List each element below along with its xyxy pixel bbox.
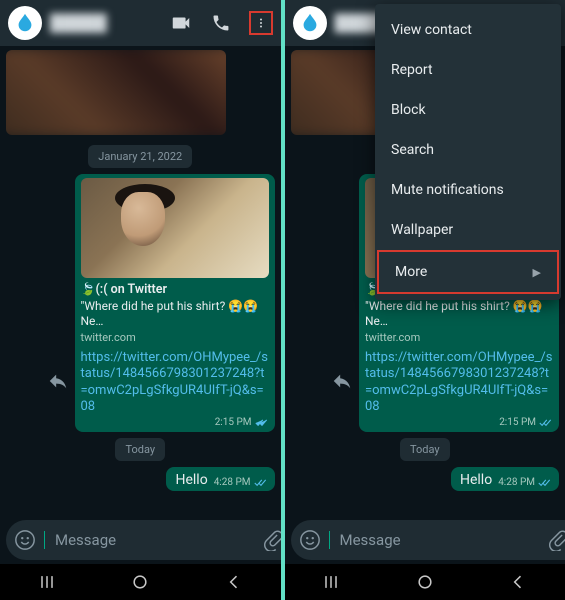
chat-header: █████: [0, 0, 281, 46]
android-nav: [0, 564, 281, 600]
menu-report[interactable]: Report: [375, 50, 561, 90]
overflow-menu: View contact Report Block Search Mute no…: [375, 4, 561, 300]
read-ticks-icon: [539, 418, 553, 428]
text-bubble[interactable]: Hello 4:28 PM: [166, 467, 274, 491]
message-meta: 2:15 PM: [81, 417, 269, 428]
message-row: 🍃🍃(:( on Twitter(:( on Twitter "Where di…: [6, 174, 275, 432]
video-call-icon[interactable]: [169, 11, 193, 35]
message-field[interactable]: [291, 520, 565, 560]
contact-name[interactable]: █████: [50, 13, 153, 33]
droplet-icon: [299, 12, 321, 34]
attach-icon[interactable]: [262, 529, 281, 551]
preview-description: "Where did he put his shirt? 😭😭Ne…: [81, 299, 269, 329]
menu-search[interactable]: Search: [375, 130, 561, 170]
read-ticks-icon: [254, 478, 268, 488]
image-message[interactable]: [6, 50, 226, 135]
menu-view-contact[interactable]: View contact: [375, 10, 561, 50]
read-ticks-icon: [255, 418, 269, 428]
back-icon[interactable]: [508, 572, 528, 592]
voice-call-icon[interactable]: [209, 11, 233, 35]
preview-title: 🍃🍃(:( on Twitter(:( on Twitter: [81, 282, 269, 297]
menu-wallpaper[interactable]: Wallpaper: [375, 210, 561, 250]
menu-more[interactable]: More▶: [377, 250, 559, 294]
preview-site: twitter.com: [365, 331, 553, 344]
input-bar: [0, 516, 281, 564]
emoji-icon[interactable]: [299, 529, 321, 551]
message-row: Hello 4:28 PM: [291, 467, 560, 491]
recents-icon[interactable]: [37, 572, 57, 592]
attach-icon[interactable]: [547, 529, 565, 551]
link-preview-bubble[interactable]: 🍃🍃(:( on Twitter(:( on Twitter "Where di…: [75, 174, 275, 432]
date-separator: Today: [400, 438, 450, 461]
avatar[interactable]: [8, 6, 42, 40]
message-input[interactable]: [340, 531, 539, 549]
message-field[interactable]: [6, 520, 281, 560]
input-bar: [285, 516, 565, 564]
home-icon[interactable]: [415, 572, 435, 592]
message-time: 4:28 PM: [214, 477, 251, 488]
message-link[interactable]: https://twitter.com/OHMypee_/status/1484…: [81, 350, 269, 415]
preview-site: twitter.com: [81, 331, 269, 344]
message-input[interactable]: [55, 531, 254, 549]
forward-icon[interactable]: [47, 370, 69, 392]
phone-left: █████ January 21, 2022 🍃🍃(:( on Twitter(…: [0, 0, 281, 600]
text-bubble[interactable]: Hello 4:28 PM: [451, 467, 559, 491]
chevron-right-icon: ▶: [533, 266, 541, 279]
message-time: 2:15 PM: [499, 417, 536, 428]
more-options-icon[interactable]: [249, 11, 273, 35]
phone-right: █████ J 🍃(:( on Twitter "Where did he pu…: [285, 0, 565, 600]
date-separator: January 21, 2022: [88, 145, 192, 168]
message-link[interactable]: https://twitter.com/OHMypee_/status/1484…: [365, 350, 553, 415]
text-cursor: [44, 531, 45, 549]
message-text: Hello: [175, 472, 207, 488]
message-meta: 2:15 PM: [365, 417, 553, 428]
menu-mute[interactable]: Mute notifications: [375, 170, 561, 210]
read-ticks-icon: [538, 478, 552, 488]
droplet-icon: [14, 12, 36, 34]
home-icon[interactable]: [130, 572, 150, 592]
date-separator: Today: [115, 438, 165, 461]
menu-block[interactable]: Block: [375, 90, 561, 130]
forward-icon[interactable]: [331, 370, 353, 392]
message-time: 4:28 PM: [498, 477, 535, 488]
avatar[interactable]: [293, 6, 327, 40]
text-cursor: [329, 531, 330, 549]
preview-image: [81, 178, 269, 278]
emoji-icon[interactable]: [14, 529, 36, 551]
message-row: Hello 4:28 PM: [6, 467, 275, 491]
preview-description: "Where did he put his shirt? 😭😭Ne…: [365, 299, 553, 329]
chat-scroll[interactable]: January 21, 2022 🍃🍃(:( on Twitter(:( on …: [0, 46, 281, 516]
recents-icon[interactable]: [321, 572, 341, 592]
message-time: 2:15 PM: [215, 417, 252, 428]
message-text: Hello: [460, 472, 492, 488]
back-icon[interactable]: [224, 572, 244, 592]
android-nav: [285, 564, 565, 600]
